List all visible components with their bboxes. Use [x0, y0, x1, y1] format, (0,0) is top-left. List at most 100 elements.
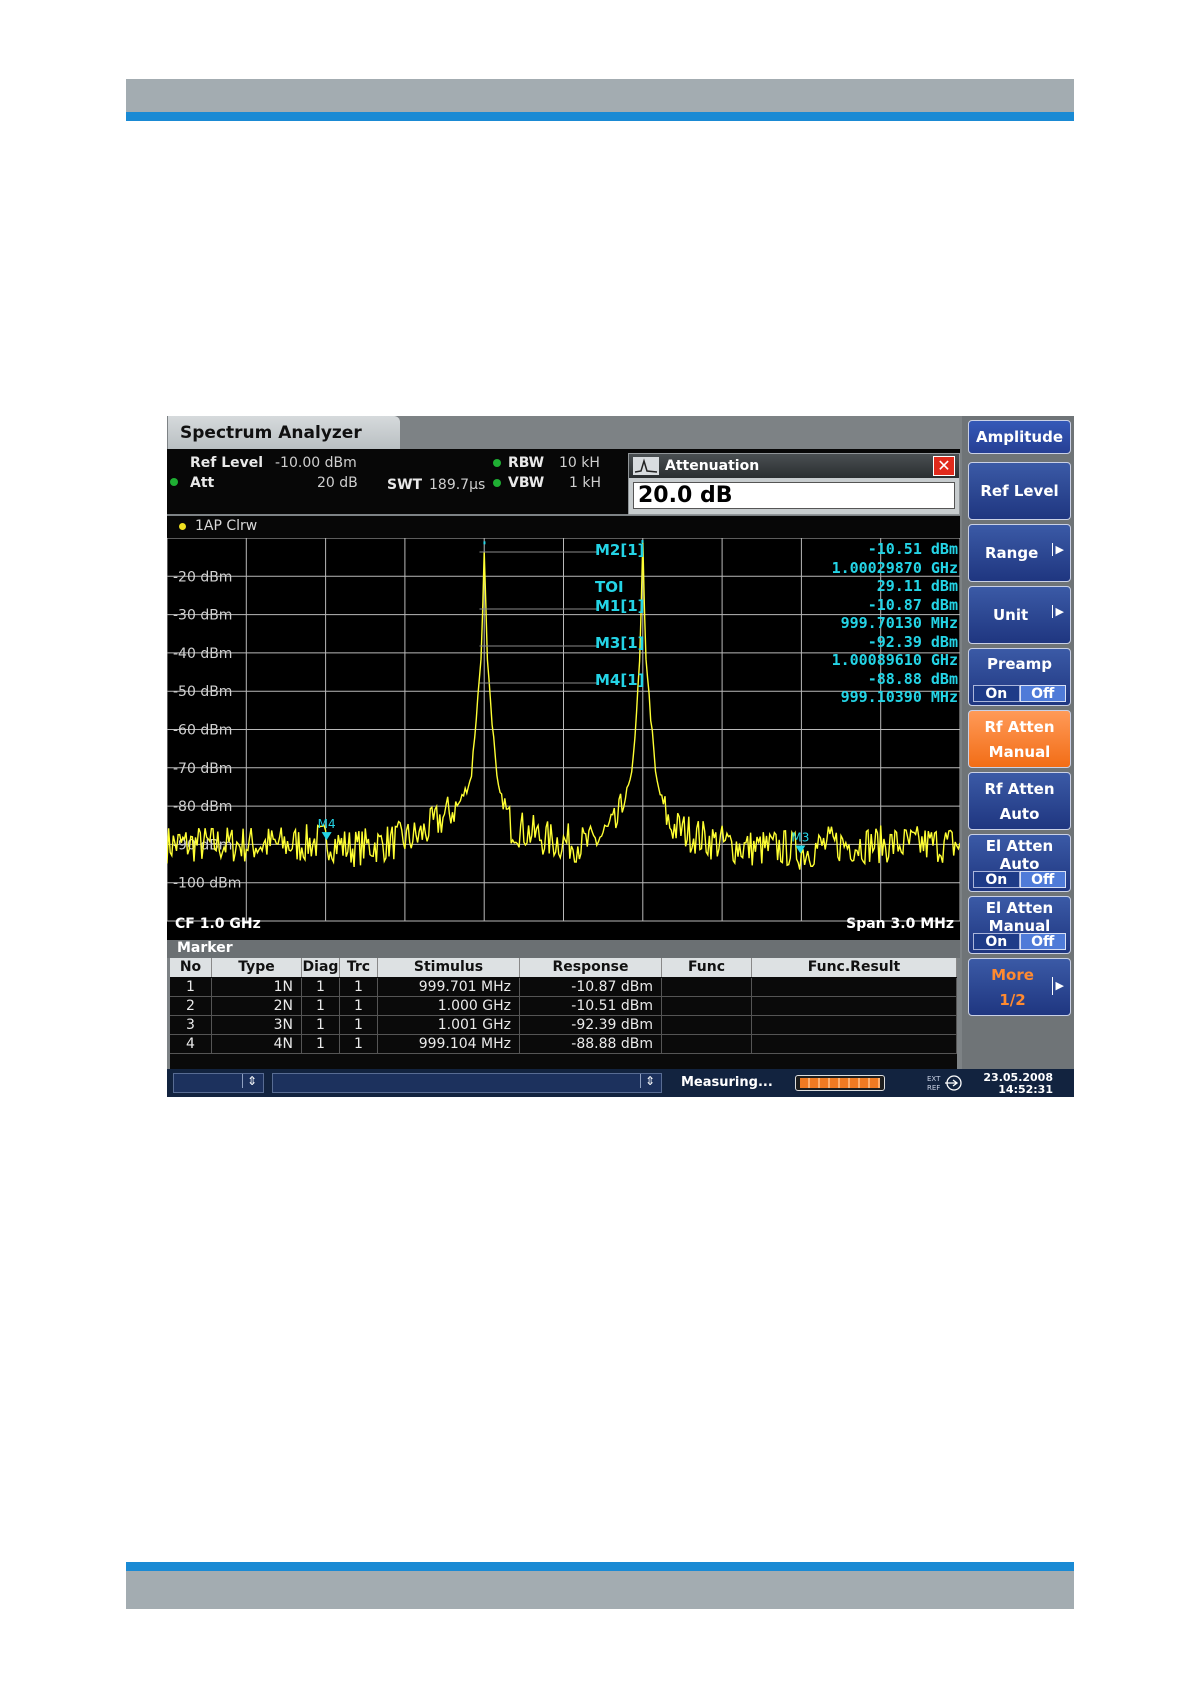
softkey-amplitude[interactable]: Amplitude: [968, 420, 1071, 454]
status-bar: ⇕ ⇕ Measuring... EXT REF 23.05.2008 14:52…: [167, 1069, 1074, 1097]
table-cell: 1.001 GHz: [378, 1016, 520, 1035]
table-cell: 2: [170, 997, 212, 1016]
updown-arrow-icon: ⇕: [241, 1074, 257, 1088]
table-header: Stimulus: [378, 958, 520, 977]
marker-readout-label-toi: TOI: [595, 578, 624, 596]
table-cell: [752, 1035, 957, 1054]
table-header: Func: [662, 958, 752, 977]
table-cell: 999.104 MHz: [378, 1035, 520, 1054]
m3-level: -92.39 dBm: [867, 632, 958, 651]
y-tick-label: -100 dBm: [173, 876, 241, 892]
tab-spectrum-analyzer[interactable]: Spectrum Analyzer: [168, 416, 400, 449]
trace-indicator-icon: [179, 523, 186, 530]
softkey-ref-level[interactable]: Ref Level: [968, 462, 1071, 520]
page-footer-bar: [126, 1571, 1074, 1609]
m2-level: -10.51 dBm: [867, 540, 958, 558]
softkey-rf-atten-auto[interactable]: Rf Atten Auto: [968, 772, 1071, 830]
toi-value: 29.11 dBm: [876, 577, 958, 595]
svg-text:EXT: EXT: [927, 1075, 941, 1083]
y-tick-label: -20 dBm: [173, 569, 232, 585]
submenu-arrow-icon: ▶: [1051, 977, 1064, 995]
softkey-more[interactable]: More 1/2 ▶: [968, 958, 1071, 1016]
table-cell: 1: [170, 978, 212, 997]
table-cell: [662, 997, 752, 1016]
vbw-value: 1 kH: [569, 475, 601, 491]
spectrum-plot[interactable]: -20 dBm -30 dBm -40 dBm -50 dBm -60 dBm -70 d…: [167, 538, 960, 940]
table-row[interactable]: 3 3N 1 1 1.001 GHz -92.39 dBm: [170, 1016, 957, 1035]
page-header-bar: [126, 79, 1074, 112]
vbw-label: VBW: [508, 475, 545, 491]
trace-label: 1AP Clrw: [195, 518, 258, 534]
datetime: 23.05.2008 14:52:31: [983, 1071, 1053, 1096]
ext-ref-icon: EXT REF: [927, 1075, 962, 1092]
center-frequency: CF 1.0 GHz: [175, 916, 261, 932]
att-indicator-icon: [170, 478, 178, 486]
att-label: Att: [190, 475, 215, 491]
el-atten-manual-toggle[interactable]: On Off: [973, 933, 1066, 950]
spectrum-icon: [633, 457, 659, 475]
status-select-1[interactable]: ⇕: [173, 1073, 264, 1093]
table-cell: 1: [340, 978, 378, 997]
page-footer-stripe: [126, 1562, 1074, 1571]
rbw-label: RBW: [508, 455, 545, 471]
softkey-el-atten-manual[interactable]: El Atten Manual On Off: [968, 896, 1071, 954]
table-cell: 4N: [212, 1035, 302, 1054]
table-cell: [662, 978, 752, 997]
table-cell: [662, 1035, 752, 1054]
table-header: Response: [520, 958, 662, 977]
y-tick-label: -60 dBm: [173, 723, 232, 739]
table-cell: 4: [170, 1035, 212, 1054]
table-row[interactable]: 1 1N 1 1 999.701 MHz -10.87 dBm: [170, 978, 957, 997]
table-cell: 1: [340, 997, 378, 1016]
marker-readout-label-m1: M1[1]: [595, 597, 645, 615]
table-cell: 1N: [212, 978, 302, 997]
marker-m4-triangle: [321, 832, 332, 841]
attenuation-input[interactable]: 20.0 dB: [633, 482, 955, 509]
table-cell: -10.51 dBm: [520, 997, 662, 1016]
m2-frequency: 1.00029870 GHz: [831, 558, 958, 577]
trace-info-bar: 1AP Clrw: [167, 516, 960, 538]
close-icon[interactable]: ✕: [933, 456, 955, 476]
softkey-el-atten-auto[interactable]: El Atten Auto On Off: [968, 834, 1071, 892]
marker-readout-values: -10.51 dBm 1.00029870 GHz 29.11 dBm -10.…: [832, 540, 958, 707]
submenu-arrow-icon: ▶: [1051, 543, 1064, 556]
softkey-rf-atten-manual[interactable]: Rf Atten Manual: [968, 710, 1071, 768]
marker-readout-label-m2: M2[1]: [595, 541, 645, 559]
m1-level: -10.87 dBm: [867, 595, 958, 614]
dialog-title: Attenuation: [665, 458, 760, 474]
preamp-toggle[interactable]: On Off: [973, 685, 1066, 702]
y-tick-label: -50 dBm: [173, 684, 232, 700]
dialog-title-bar: Attenuation: [629, 454, 959, 478]
y-tick-label: -30 dBm: [173, 608, 232, 624]
marker-readout-label-m3: M3[1]: [595, 634, 645, 652]
softkey-unit[interactable]: Unit ▶: [968, 586, 1071, 644]
attenuation-dialog: Attenuation ✕ 20.0 dB: [628, 453, 960, 515]
table-cell: 3N: [212, 1016, 302, 1035]
att-value: 20 dB: [317, 475, 358, 491]
table-row[interactable]: 4 4N 1 1 999.104 MHz -88.88 dBm: [170, 1035, 957, 1054]
table-cell: 1: [302, 978, 340, 997]
table-header: Func.Result: [752, 958, 957, 977]
swt-value: 189.7µs: [429, 477, 486, 493]
table-cell: 1.000 GHz: [378, 997, 520, 1016]
marker-readout-label-m4: M4[1]: [595, 671, 645, 689]
table-cell: [752, 997, 957, 1016]
svg-text:REF: REF: [927, 1084, 940, 1092]
submenu-arrow-icon: ▶: [1051, 605, 1064, 618]
el-atten-auto-toggle[interactable]: On Off: [973, 871, 1066, 888]
softkey-panel: Amplitude Ref Level Range ▶ Unit ▶ Pream…: [962, 416, 1074, 1097]
m4-frequency: 999.10390 MHz: [840, 688, 958, 706]
softkey-preamp[interactable]: Preamp On Off: [968, 648, 1071, 706]
table-cell: 2N: [212, 997, 302, 1016]
table-cell: -92.39 dBm: [520, 1016, 662, 1035]
progress-bar: [795, 1075, 885, 1091]
table-row[interactable]: 2 2N 1 1 1.000 GHz -10.51 dBm: [170, 997, 957, 1016]
table-cell: 1: [302, 1016, 340, 1035]
page-header-stripe: [126, 112, 1074, 121]
status-select-2[interactable]: ⇕: [272, 1073, 662, 1093]
y-tick-label: -40 dBm: [173, 646, 232, 662]
table-cell: 1: [302, 1035, 340, 1054]
softkey-range[interactable]: Range ▶: [968, 524, 1071, 582]
table-header: No: [170, 958, 212, 977]
m3-frequency: 1.00089610 GHz: [831, 651, 958, 669]
